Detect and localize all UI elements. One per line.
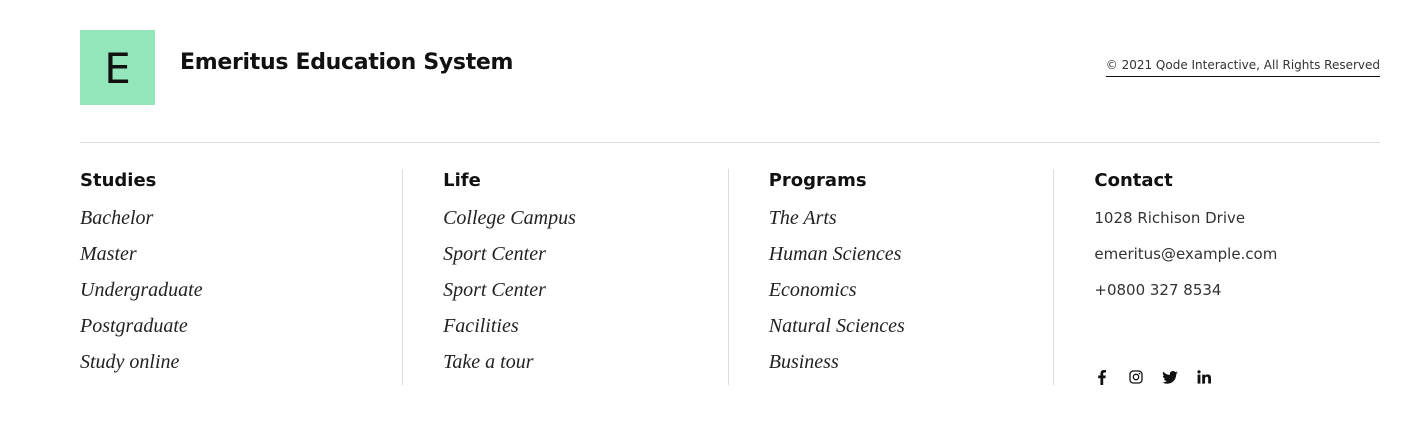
life-link-take-a-tour[interactable]: Take a tour (443, 344, 729, 380)
programs-link-the-arts[interactable]: The Arts (769, 200, 1055, 236)
programs-link-natural-sciences[interactable]: Natural Sciences (769, 308, 1055, 344)
contact-column: Contact 1028 Richison Drive emeritus@exa… (1054, 169, 1380, 385)
programs-link-economics[interactable]: Economics (769, 272, 1055, 308)
site-title[interactable]: Emeritus Education System (180, 50, 513, 75)
logo[interactable]: E (80, 30, 155, 105)
life-column: Life College Campus Sport Center Sport C… (403, 169, 729, 385)
life-heading: Life (443, 170, 481, 191)
contact-info: 1028 Richison Drive emeritus@example.com… (1094, 200, 1380, 308)
studies-link-bachelor[interactable]: Bachelor (80, 200, 403, 236)
footer-divider (80, 142, 1380, 143)
programs-links: The Arts Human Sciences Economics Natura… (769, 200, 1055, 380)
social-links (1094, 369, 1212, 385)
studies-heading: Studies (80, 170, 157, 191)
life-links: College Campus Sport Center Sport Center… (443, 200, 729, 380)
instagram-icon[interactable] (1128, 369, 1144, 385)
contact-email[interactable]: emeritus@example.com (1094, 236, 1380, 272)
life-link-facilities[interactable]: Facilities (443, 308, 729, 344)
studies-link-study-online[interactable]: Study online (80, 344, 403, 380)
programs-link-business[interactable]: Business (769, 344, 1055, 380)
studies-column: Studies Bachelor Master Undergraduate Po… (80, 169, 404, 385)
twitter-icon[interactable] (1162, 369, 1179, 385)
linkedin-icon[interactable] (1196, 369, 1212, 385)
life-link-sport-center[interactable]: Sport Center (443, 236, 729, 272)
contact-address: 1028 Richison Drive (1094, 209, 1246, 227)
programs-link-human-sciences[interactable]: Human Sciences (769, 236, 1055, 272)
studies-link-postgraduate[interactable]: Postgraduate (80, 308, 403, 344)
life-link-college-campus[interactable]: College Campus (443, 200, 729, 236)
facebook-icon[interactable] (1094, 369, 1110, 385)
studies-link-master[interactable]: Master (80, 236, 403, 272)
studies-links: Bachelor Master Undergraduate Postgradua… (80, 200, 403, 380)
studies-link-undergraduate[interactable]: Undergraduate (80, 272, 403, 308)
programs-heading: Programs (768, 170, 867, 191)
logo-letter: E (104, 43, 131, 93)
footer-columns: Studies Bachelor Master Undergraduate Po… (80, 169, 1380, 385)
life-link-sport-center-2[interactable]: Sport Center (443, 272, 729, 308)
contact-heading: Contact (1094, 170, 1173, 191)
copyright-link[interactable]: © 2021 Qode Interactive, All Rights Rese… (1105, 58, 1380, 77)
contact-phone[interactable]: +0800 327 8534 (1094, 272, 1380, 308)
programs-column: Programs The Arts Human Sciences Economi… (729, 169, 1055, 385)
